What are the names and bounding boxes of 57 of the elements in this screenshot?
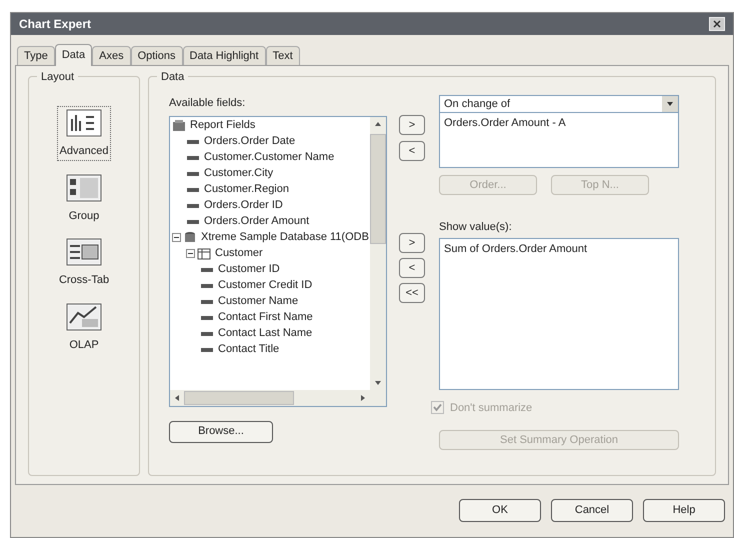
layout-button[interactable]: Cross-Tab — [56, 236, 112, 288]
chart-layout-icon — [64, 172, 104, 204]
close-button[interactable] — [709, 17, 725, 31]
arrow-button[interactable]: > — [399, 233, 425, 253]
scroll-thumb[interactable] — [370, 134, 386, 244]
tree-item[interactable]: Contact First Name — [218, 309, 313, 326]
tree-item[interactable]: Contact Last Name — [218, 325, 312, 342]
chart-layout-icon — [64, 236, 104, 268]
window-title: Chart Expert — [19, 16, 92, 33]
table-icon — [197, 246, 211, 260]
tree-item[interactable]: Orders.Order ID — [204, 197, 283, 214]
tree-item[interactable]: Report Fields — [190, 117, 256, 134]
tab[interactable]: Data — [54, 44, 92, 66]
list-item[interactable]: Sum of Orders.Order Amount — [444, 240, 678, 257]
field-label: Show value(s): — [439, 220, 512, 235]
database-icon — [183, 230, 197, 244]
checkbox-label: Don't summarize — [450, 400, 532, 416]
tree-item[interactable]: Orders.Order Date — [204, 133, 296, 150]
tab[interactable]: Options — [130, 46, 182, 65]
expander-icon[interactable] — [186, 249, 195, 258]
chart-layout-icon — [64, 300, 104, 332]
tab[interactable]: Text — [266, 46, 300, 65]
layout-button[interactable]: Advanced — [58, 107, 110, 160]
close-icon — [713, 20, 721, 28]
layout-button[interactable]: OLAP — [62, 300, 106, 353]
list-item[interactable]: Orders.Order Amount - A — [444, 115, 678, 132]
browse-button[interactable]: Browse... — [169, 420, 273, 442]
vertical-scrollbar[interactable] — [370, 116, 386, 390]
dialog-button[interactable]: Help — [643, 499, 725, 522]
horizontal-scrollbar[interactable] — [170, 390, 386, 406]
dialog-button[interactable]: OK — [459, 499, 541, 522]
tree-item[interactable]: Customer.City — [204, 165, 274, 182]
tab[interactable]: Type — [17, 46, 55, 65]
arrow-button[interactable]: < — [399, 258, 425, 278]
group-title: Layout — [37, 69, 78, 86]
tree-item[interactable]: Orders.Order Amount — [204, 213, 310, 230]
expander-icon[interactable] — [172, 233, 181, 242]
tree-item[interactable]: Customer.Customer Name — [204, 149, 334, 166]
arrow-button[interactable]: << — [399, 283, 425, 303]
tree-item[interactable]: Customer — [215, 245, 263, 262]
chart-layout-icon — [64, 107, 104, 139]
folder-icon — [172, 118, 186, 132]
tree-item[interactable]: Customer Credit ID — [218, 277, 312, 294]
tree-item[interactable]: Xtreme Sample Database 11(ODB — [201, 229, 369, 246]
field-label: Available fields: — [169, 96, 246, 111]
dropdown[interactable]: On change of — [439, 95, 679, 113]
arrow-button[interactable]: < — [399, 141, 425, 161]
tree-item[interactable]: Customer ID — [218, 261, 280, 278]
dialog-button[interactable]: Cancel — [551, 499, 633, 522]
tree-item[interactable]: Contact Title — [218, 341, 280, 358]
layout-button[interactable]: Group — [62, 172, 106, 224]
tab[interactable]: Data Highlight — [182, 46, 266, 65]
scroll-thumb[interactable] — [184, 390, 294, 404]
tree-item[interactable]: Customer.Region — [204, 181, 289, 198]
tree-item[interactable]: Customer Name — [218, 293, 298, 310]
tab[interactable]: Axes — [92, 46, 131, 65]
arrow-button[interactable]: > — [399, 115, 425, 135]
